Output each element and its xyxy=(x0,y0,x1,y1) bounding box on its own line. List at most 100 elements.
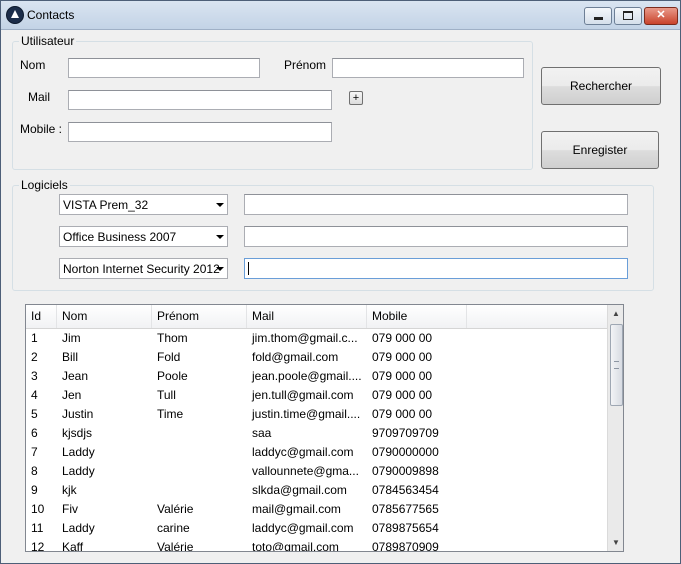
table-row[interactable]: 3 Jean Poole jean.poole@gmail.... 079 000 00 xyxy=(26,367,607,386)
chevron-down-icon[interactable] xyxy=(216,235,224,239)
chevron-down-icon[interactable] xyxy=(216,203,224,207)
add-mail-button[interactable]: + xyxy=(349,91,363,105)
scroll-down-icon[interactable]: ▼ xyxy=(608,534,623,551)
table-row[interactable]: 2 Bill Fold fold@gmail.com 079 000 00 xyxy=(26,348,607,367)
cell-id: 7 xyxy=(31,445,38,459)
logiciels-legend: Logiciels xyxy=(19,178,70,192)
table-row[interactable]: 11 Laddy carine laddyc@gmail.com 0789875654 xyxy=(26,519,607,538)
title-bar[interactable]: Contacts ✕ xyxy=(1,1,680,30)
mail-label: Mail xyxy=(28,90,51,104)
column-header-mail[interactable]: Mail xyxy=(247,305,367,328)
close-button[interactable]: ✕ xyxy=(644,7,678,25)
logiciel-input[interactable] xyxy=(244,226,628,247)
cell-mobile: 9709709709 xyxy=(372,426,439,440)
cell-mail: vallounnete@gma... xyxy=(252,464,359,478)
maximize-icon xyxy=(623,11,633,20)
cell-mobile: 079 000 00 xyxy=(372,388,433,402)
minimize-button[interactable] xyxy=(584,7,612,25)
cell-mobile: 079 000 00 xyxy=(372,350,433,364)
scroll-up-icon[interactable]: ▲ xyxy=(608,305,623,322)
column-header-prenom[interactable]: Prénom xyxy=(152,305,247,328)
table-row[interactable]: 6 kjsdjs saa 9709709709 xyxy=(26,424,607,443)
cell-id: 1 xyxy=(31,331,38,345)
cell-prenom: Fold xyxy=(157,350,181,364)
table-row[interactable]: 5 Justin Time justin.time@gmail.... 079 000 … xyxy=(26,405,607,424)
cell-nom: Laddy xyxy=(62,464,95,478)
mobile-label: Mobile : xyxy=(20,122,63,136)
cell-mail: jean.poole@gmail.... xyxy=(252,369,362,383)
rechercher-button[interactable]: Rechercher xyxy=(541,67,661,105)
cell-prenom: Tull xyxy=(157,388,176,402)
cell-mobile: 0789870909 xyxy=(372,540,439,552)
cell-mobile: 0790000000 xyxy=(372,445,439,459)
logiciel-select[interactable]: Office Business 2007 xyxy=(59,226,228,247)
cell-mobile: 0790009898 xyxy=(372,464,439,478)
scrollbar-thumb[interactable] xyxy=(610,324,623,406)
cell-mobile: 0785677565 xyxy=(372,502,439,516)
vertical-scrollbar[interactable]: ▲ ▼ xyxy=(607,305,623,551)
cell-prenom: Poole xyxy=(157,369,188,383)
enregister-button[interactable]: Enregister xyxy=(541,131,659,169)
table-row[interactable]: 8 Laddy vallounnete@gma... 0790009898 xyxy=(26,462,607,481)
cell-id: 8 xyxy=(31,464,38,478)
cell-id: 2 xyxy=(31,350,38,364)
logiciel-input[interactable] xyxy=(244,258,628,279)
logiciel-select-value: Norton Internet Security 2012 xyxy=(63,262,220,276)
cell-mail: saa xyxy=(252,426,272,440)
cell-mobile: 079 000 00 xyxy=(372,331,433,345)
cell-mobile: 0789875654 xyxy=(372,521,439,535)
logiciel-select[interactable]: VISTA Prem_32 xyxy=(59,194,228,215)
cell-mail: toto@gmail.com xyxy=(252,540,339,552)
cell-nom: Jim xyxy=(62,331,81,345)
column-header-id[interactable]: Id xyxy=(26,305,57,328)
maximize-button[interactable] xyxy=(614,7,642,25)
cell-mobile: 079 000 00 xyxy=(372,369,433,383)
cell-nom: kjsdjs xyxy=(62,426,93,440)
mobile-input[interactable] xyxy=(68,122,332,142)
app-logo-icon[interactable] xyxy=(6,6,24,24)
cell-prenom xyxy=(152,424,247,443)
chevron-down-icon[interactable] xyxy=(216,267,224,271)
table-row[interactable]: 10 Fiv Valérie mail@gmail.com 0785677565 xyxy=(26,500,607,519)
scrollbar-grip xyxy=(614,361,619,369)
column-header-mobile[interactable]: Mobile xyxy=(367,305,467,328)
minimize-icon xyxy=(593,17,603,20)
grid-rows: 1 Jim Thom jim.thom@gmail.c... 079 000 00 2 Bi… xyxy=(26,329,607,552)
cell-mobile: 079 000 00 xyxy=(372,407,433,421)
prenom-input[interactable] xyxy=(332,58,524,78)
nom-label: Nom xyxy=(20,58,46,72)
cell-nom: Laddy xyxy=(62,445,95,459)
cell-nom: Kaff xyxy=(62,540,84,552)
cell-prenom: Thom xyxy=(157,331,188,345)
cell-mail: jen.tull@gmail.com xyxy=(252,388,354,402)
column-header-nom[interactable]: Nom xyxy=(57,305,152,328)
cell-nom: Bill xyxy=(62,350,79,364)
cell-prenom: Valérie xyxy=(157,540,194,552)
grid-header: Id Nom Prénom Mail Mobile xyxy=(26,305,607,329)
cell-mail: justin.time@gmail.... xyxy=(252,407,361,421)
cell-prenom xyxy=(152,481,247,500)
cell-prenom: carine xyxy=(157,521,190,535)
cell-prenom: Time xyxy=(157,407,184,421)
logiciel-select[interactable]: Norton Internet Security 2012 xyxy=(59,258,228,279)
table-row[interactable]: 9 kjk slkda@gmail.com 0784563454 xyxy=(26,481,607,500)
cell-id: 11 xyxy=(31,521,44,535)
contacts-grid[interactable]: Id Nom Prénom Mail Mobile 1 Jim Thom jim.th… xyxy=(25,304,624,552)
table-row[interactable]: 1 Jim Thom jim.thom@gmail.c... 079 000 00 xyxy=(26,329,607,348)
cell-nom: kjk xyxy=(62,483,77,497)
table-row[interactable]: 4 Jen Tull jen.tull@gmail.com 079 000 00 xyxy=(26,386,607,405)
logiciel-select-value: Office Business 2007 xyxy=(63,230,177,244)
nom-input[interactable] xyxy=(68,58,260,78)
cell-prenom xyxy=(152,462,247,481)
mail-input[interactable] xyxy=(68,90,332,110)
cell-id: 9 xyxy=(31,483,38,497)
cell-nom: Fiv xyxy=(62,502,78,516)
table-row[interactable]: 12 Kaff Valérie toto@gmail.com 0789870909 xyxy=(26,538,607,552)
cell-nom: Jean xyxy=(62,369,89,383)
utilisateur-legend: Utilisateur xyxy=(19,34,77,48)
logiciel-select-value: VISTA Prem_32 xyxy=(63,198,149,212)
logiciel-input[interactable] xyxy=(244,194,628,215)
cell-id: 3 xyxy=(31,369,38,383)
cell-mail: slkda@gmail.com xyxy=(252,483,347,497)
table-row[interactable]: 7 Laddy laddyc@gmail.com 0790000000 xyxy=(26,443,607,462)
